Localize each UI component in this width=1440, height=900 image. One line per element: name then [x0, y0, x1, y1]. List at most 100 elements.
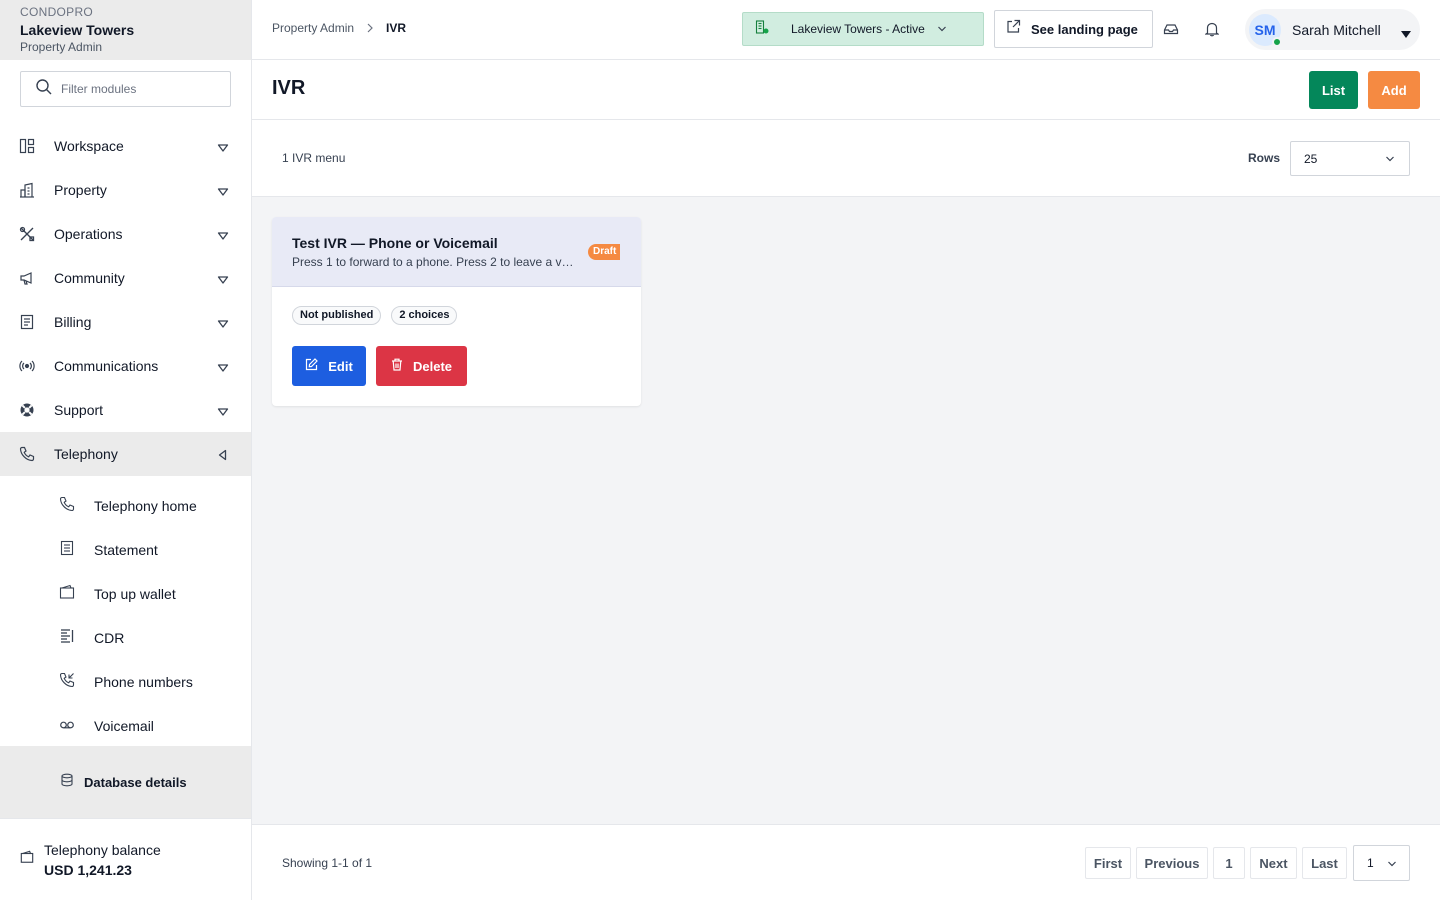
caret-down-icon [217, 140, 229, 158]
page-select[interactable]: 1 [1353, 845, 1410, 881]
sidebar-subitem-telephony-home[interactable]: Telephony home [0, 484, 251, 528]
trash-icon [391, 358, 403, 374]
avatar-initials: SM [1254, 21, 1276, 38]
sidebar-item-operations[interactable]: Operations [0, 212, 251, 256]
caret-down-icon [1400, 26, 1412, 44]
sidebar-subitem-label: Voicemail [94, 718, 154, 734]
sidebar-subitem-label: Top up wallet [94, 586, 176, 602]
property-name: Lakeview Towers [20, 22, 135, 38]
voicemail-icon [59, 716, 75, 737]
see-landing-page-label: See landing page [1031, 21, 1138, 37]
pagination-footer: Showing 1-1 of 1 First Previous 1 Next L… [252, 824, 1440, 900]
sidebar-subitem-label: Telephony home [94, 498, 197, 514]
sidebar-subitem-top-up-wallet[interactable]: Top up wallet [0, 572, 251, 616]
ivr-card: Test IVR — Phone or Voicemail Press 1 to… [272, 217, 641, 406]
caret-down-icon [217, 228, 229, 246]
sidebar: CONDOPRO Lakeview Towers Property Admin … [0, 0, 252, 900]
sidebar-item-label: Support [54, 402, 104, 418]
sidebar-item-label: Community [54, 270, 125, 286]
chevron-down-icon [937, 25, 947, 33]
brand-block: CONDOPRO Lakeview Towers Property Admin [0, 0, 251, 60]
caret-down-icon [217, 184, 229, 202]
rows-per-page-select[interactable]: 25 [1290, 141, 1410, 176]
sidebar-item-communications[interactable]: Communications [0, 344, 251, 388]
filter-modules-input[interactable] [61, 82, 221, 96]
top-bar: Property Admin IVR Lakeview Towers - Act… [252, 0, 1440, 60]
page-header: IVR List Add [252, 60, 1440, 120]
database-icon [60, 773, 74, 792]
list-toolbar: 1 IVR menu Rows 25 [252, 120, 1440, 197]
sidebar-item-label: Telephony [54, 446, 118, 462]
sidebar-item-label: Operations [54, 226, 123, 242]
document-icon [59, 540, 75, 561]
balance-value: USD 1,241.23 [44, 861, 132, 878]
database-details-link[interactable]: Database details [0, 746, 251, 818]
sidebar-subitem-phone-numbers[interactable]: Phone numbers [0, 660, 251, 704]
telephony-subnav: Telephony home Statement Top up wallet C… [0, 476, 251, 748]
sidebar-subitem-label: Statement [94, 542, 158, 558]
ivr-card-actions: Edit Delete [292, 346, 467, 386]
list-icon [59, 628, 75, 649]
megaphone-icon [19, 270, 35, 286]
database-details-label: Database details [84, 774, 187, 790]
avatar: SM [1249, 13, 1282, 47]
bell-icon[interactable] [1204, 21, 1220, 37]
caret-left-icon [217, 448, 229, 466]
breadcrumb-property-admin[interactable]: Property Admin [272, 21, 354, 35]
sidebar-item-property[interactable]: Property [0, 168, 251, 212]
tag-published-status: Not published [292, 306, 382, 325]
online-status-dot [1272, 36, 1282, 47]
edit-icon [305, 358, 319, 374]
edit-button[interactable]: Edit [292, 346, 366, 386]
sidebar-item-label: Workspace [54, 138, 124, 154]
sidebar-item-support[interactable]: Support [0, 388, 251, 432]
sidebar-item-label: Property [54, 182, 107, 198]
search-icon [35, 78, 53, 101]
see-landing-page-button[interactable]: See landing page [994, 10, 1153, 48]
sidebar-subitem-statement[interactable]: Statement [0, 528, 251, 572]
lifebuoy-icon [19, 402, 35, 418]
sidebar-subitem-voicemail[interactable]: Voicemail [0, 704, 251, 748]
phone-icon [59, 496, 75, 517]
sidebar-item-telephony[interactable]: Telephony [0, 432, 251, 476]
sidebar-item-label: Communications [54, 358, 159, 374]
filter-modules-box[interactable] [20, 71, 231, 107]
last-page-button[interactable]: Last [1302, 847, 1347, 879]
page-number-button[interactable]: 1 [1213, 847, 1245, 879]
content-area: Test IVR — Phone or Voicemail Press 1 to… [252, 197, 1440, 824]
list-button[interactable]: List [1309, 71, 1358, 109]
wallet-icon [59, 584, 75, 605]
sidebar-item-workspace[interactable]: Workspace [0, 124, 251, 168]
inbox-icon[interactable] [1163, 21, 1179, 37]
telephony-balance: Telephony balance USD 1,241.23 [0, 818, 251, 900]
caret-down-icon [217, 272, 229, 290]
broadcast-icon [19, 358, 35, 374]
caret-down-icon [217, 404, 229, 422]
breadcrumb-current: IVR [386, 21, 407, 35]
previous-page-button[interactable]: Previous [1136, 847, 1208, 879]
next-page-button[interactable]: Next [1250, 847, 1297, 879]
user-menu[interactable]: SM Sarah Mitchell [1245, 9, 1420, 50]
page-title: IVR [272, 77, 306, 99]
sidebar-item-label: Billing [54, 314, 92, 330]
sidebar-subitem-label: CDR [94, 630, 125, 646]
sidebar-subitem-cdr[interactable]: CDR [0, 616, 251, 660]
tag-choices-count: 2 choices [391, 306, 458, 325]
ivr-title: Test IVR — Phone or Voicemail [292, 235, 498, 251]
delete-label: Delete [412, 358, 453, 374]
sidebar-item-community[interactable]: Community [0, 256, 251, 300]
chevron-right-icon [366, 23, 374, 33]
property-selector-label: Lakeview Towers - Active [791, 22, 925, 36]
sidebar-item-billing[interactable]: Billing [0, 300, 251, 344]
balance-label: Telephony balance [44, 841, 161, 858]
caret-down-icon [217, 316, 229, 334]
chevron-down-icon [1387, 860, 1397, 868]
ivr-tags: Not published 2 choices [292, 306, 458, 325]
delete-button[interactable]: Delete [376, 346, 467, 386]
property-selector[interactable]: Lakeview Towers - Active [742, 12, 984, 46]
first-page-button[interactable]: First [1085, 847, 1131, 879]
result-count: 1 IVR menu [282, 151, 346, 165]
app-name: CONDOPRO [20, 5, 94, 19]
phone-incoming-icon [59, 672, 75, 693]
add-button[interactable]: Add [1368, 71, 1420, 109]
